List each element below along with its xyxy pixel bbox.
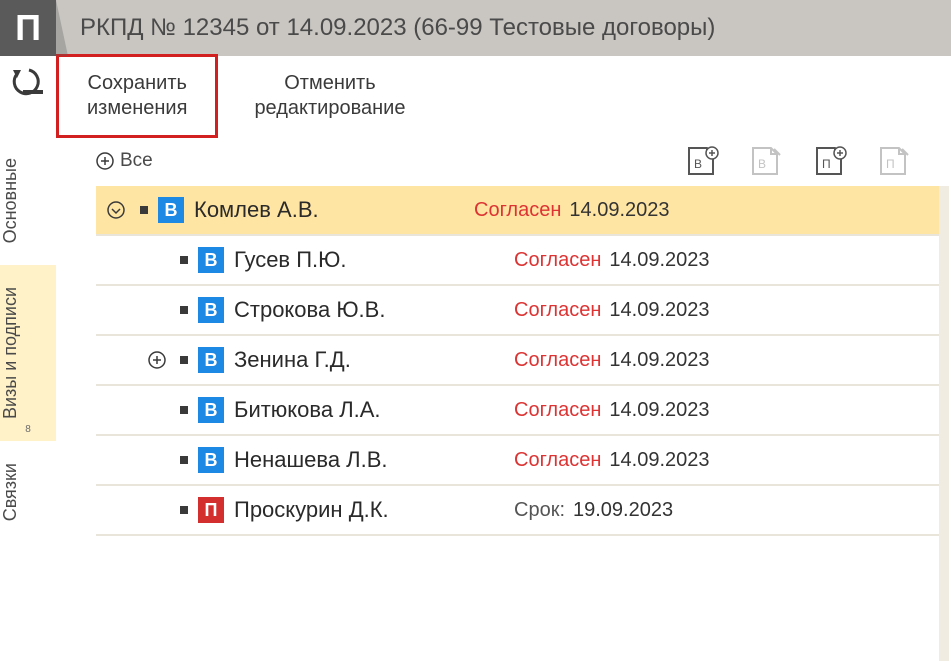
save-button-line2: изменения bbox=[87, 96, 187, 121]
side-tab-links-label: Связки bbox=[0, 463, 20, 521]
person-name: Гусев П.Ю. bbox=[234, 247, 514, 273]
side-tab-visas-badge: 8 bbox=[25, 424, 31, 435]
side-tab-visas[interactable]: 8 Визы и подписи bbox=[0, 265, 56, 441]
status-date: 14.09.2023 bbox=[609, 249, 709, 272]
list-item[interactable]: В Гусев П.Ю.Согласен 14.09.2023 bbox=[96, 236, 939, 286]
expand-icon[interactable] bbox=[96, 351, 176, 369]
sign-badge-icon: П bbox=[198, 497, 224, 523]
left-spine-top bbox=[0, 56, 56, 136]
visa-badge-icon: В bbox=[198, 247, 224, 273]
main-area: Основные 8 Визы и подписи Связки Все В bbox=[0, 136, 951, 661]
plus-circle-icon bbox=[96, 152, 114, 170]
svg-text:В: В bbox=[758, 157, 766, 171]
person-name: Комлев А.В. bbox=[194, 197, 474, 223]
bullet-icon bbox=[180, 356, 188, 364]
expand-all-toggle[interactable]: Все bbox=[96, 150, 153, 172]
bullet-icon bbox=[140, 206, 148, 214]
person-name: Проскурин Д.К. bbox=[234, 497, 514, 523]
list-item[interactable]: П Проскурин Д.К.Срок: 19.09.2023 bbox=[96, 486, 939, 536]
status-label: Согласен bbox=[514, 349, 601, 372]
toolbar-buttons: Сохранить изменения Отменить редактирова… bbox=[56, 56, 433, 136]
cancel-button-line1: Отменить bbox=[254, 71, 405, 96]
side-tab-links[interactable]: Связки bbox=[0, 441, 56, 543]
scrollbar[interactable] bbox=[939, 186, 949, 661]
bullet-icon bbox=[180, 406, 188, 414]
visa-badge-icon: В bbox=[158, 197, 184, 223]
list-item[interactable]: В Ненашева Л.В.Согласен 14.09.2023 bbox=[96, 436, 939, 486]
status-label: Согласен bbox=[514, 249, 601, 272]
status-date: 14.09.2023 bbox=[609, 349, 709, 372]
svg-text:П: П bbox=[886, 157, 895, 171]
app-logo: П bbox=[0, 0, 56, 56]
status-label: Согласен bbox=[474, 199, 561, 222]
action-icons: В В П П bbox=[685, 146, 931, 176]
side-tab-main-label: Основные bbox=[0, 158, 20, 243]
bullet-icon bbox=[180, 506, 188, 514]
person-name: Строкова Ю.В. bbox=[234, 297, 514, 323]
bullet-icon bbox=[180, 256, 188, 264]
visa-doc-icon: В bbox=[749, 146, 783, 176]
visa-badge-icon: В bbox=[198, 297, 224, 323]
toolbar: Сохранить изменения Отменить редактирова… bbox=[0, 56, 951, 136]
person-name: Зенина Г.Д. bbox=[234, 347, 514, 373]
side-tabs: Основные 8 Визы и подписи Связки bbox=[0, 136, 56, 661]
person-list: ВКомлев А.В.Согласен14.09.2023ВГусев П.Ю… bbox=[96, 186, 939, 536]
status-label: Срок: bbox=[514, 499, 565, 522]
status-date: 19.09.2023 bbox=[573, 499, 673, 522]
side-tab-main[interactable]: Основные bbox=[0, 136, 56, 265]
add-visa-icon[interactable]: В bbox=[685, 146, 719, 176]
status-label: Согласен bbox=[514, 299, 601, 322]
save-button[interactable]: Сохранить изменения bbox=[56, 54, 218, 138]
refresh-icon[interactable] bbox=[11, 68, 45, 98]
collapse-icon[interactable] bbox=[96, 201, 136, 219]
person-name: Ненашева Л.В. bbox=[234, 447, 514, 473]
save-button-line1: Сохранить bbox=[87, 71, 187, 96]
page-title: РКПД № 12345 от 14.09.2023 (66-99 Тестов… bbox=[80, 14, 715, 42]
list-item[interactable]: В Битюкова Л.А.Согласен 14.09.2023 bbox=[96, 386, 939, 436]
cancel-button-line2: редактирование bbox=[254, 96, 405, 121]
bullet-icon bbox=[180, 456, 188, 464]
list-item[interactable]: В Зенина Г.Д.Согласен 14.09.2023 bbox=[96, 336, 939, 386]
status-label: Согласен bbox=[514, 399, 601, 422]
content-panel: Все В В П П ВКомлев А.В.Согласен14.09.20… bbox=[56, 136, 951, 661]
status-date: 14.09.2023 bbox=[569, 199, 669, 222]
svg-text:П: П bbox=[822, 157, 831, 171]
expand-all-label: Все bbox=[120, 150, 153, 172]
person-name: Битюкова Л.А. bbox=[234, 397, 514, 423]
cancel-edit-button[interactable]: Отменить редактирование bbox=[226, 57, 433, 135]
add-sign-icon[interactable]: П bbox=[813, 146, 847, 176]
visa-badge-icon: В bbox=[198, 397, 224, 423]
list-item[interactable]: В Строкова Ю.В.Согласен 14.09.2023 bbox=[96, 286, 939, 336]
status-date: 14.09.2023 bbox=[609, 399, 709, 422]
header-bar: П РКПД № 12345 от 14.09.2023 (66-99 Тест… bbox=[0, 0, 951, 56]
svg-text:В: В bbox=[694, 157, 702, 171]
sign-doc-icon: П bbox=[877, 146, 911, 176]
list-item[interactable]: В Комлев А.В.Согласен 14.09.2023 bbox=[96, 186, 939, 236]
app-logo-letter: П bbox=[15, 7, 41, 49]
list-header: Все В В П П bbox=[96, 136, 939, 186]
visa-badge-icon: В bbox=[198, 447, 224, 473]
status-date: 14.09.2023 bbox=[609, 449, 709, 472]
bullet-icon bbox=[180, 306, 188, 314]
side-tab-visas-label: Визы и подписи bbox=[0, 287, 20, 419]
status-label: Согласен bbox=[514, 449, 601, 472]
visa-badge-icon: В bbox=[198, 347, 224, 373]
status-date: 14.09.2023 bbox=[609, 299, 709, 322]
